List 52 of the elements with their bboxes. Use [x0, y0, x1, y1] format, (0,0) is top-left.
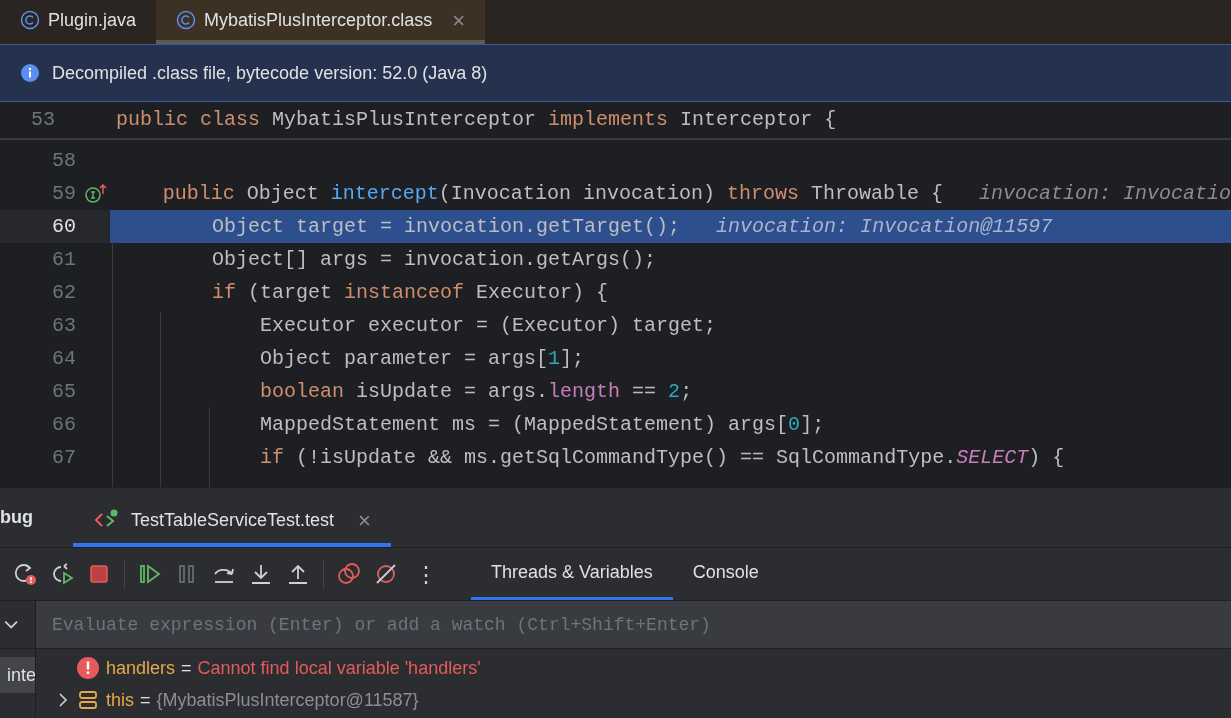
banner-text: Decompiled .class file, bytecode version: 52.0 (Java 8) — [52, 61, 488, 85]
editor-tab[interactable]: MybatisPlusInterceptor.class × — [156, 0, 485, 44]
line-number: 59 — [51, 180, 76, 207]
resume-icon[interactable] — [138, 562, 162, 586]
line-number: 61 — [51, 246, 76, 273]
variable-name: handlers — [106, 656, 176, 680]
equals-sign: = — [181, 656, 192, 680]
line-number: 53 — [30, 107, 56, 133]
panel-title: bug — [0, 506, 33, 529]
close-icon[interactable]: × — [358, 503, 371, 537]
error-icon — [76, 656, 100, 680]
line-number: 63 — [51, 312, 76, 339]
line-number: 58 — [51, 147, 76, 174]
line-number: 60 — [51, 213, 76, 240]
field-icon — [76, 688, 100, 712]
line-number: 64 — [51, 345, 76, 372]
line-number: 62 — [51, 279, 76, 306]
code-line: public class MybatisPlusInterceptor implements Interceptor { — [115, 107, 838, 133]
editor-tab[interactable]: Plugin.java — [0, 0, 157, 44]
code-line: Object parameter = args[1]; — [259, 345, 586, 372]
code-line: public Object intercept(Invocation invocation) throws Throwable { invocation: Invocatio — [161, 180, 1231, 207]
code-line: MappedStatement ms = (MappedStatement) args[0]; — [259, 411, 826, 438]
variable-name: this — [106, 688, 134, 712]
class-icon — [176, 10, 197, 30]
code-line: Object[] args = invocation.getArgs(); — [211, 246, 658, 273]
more-icon[interactable]: ⋮ — [411, 557, 441, 591]
stop-icon[interactable] — [87, 562, 111, 586]
frame-item[interactable]: inte — [0, 657, 35, 693]
equals-sign: = — [140, 688, 151, 712]
line-number: 66 — [51, 411, 76, 438]
rerun-failed-icon[interactable] — [50, 562, 74, 586]
line-number: 65 — [51, 378, 76, 405]
rerun-icon[interactable] — [13, 562, 37, 586]
breakpoints-icon[interactable] — [337, 562, 361, 586]
code-line: boolean isUpdate = args.length == 2; — [259, 378, 694, 405]
code-line: Executor executor = (Executor) target; — [259, 312, 718, 339]
implements-icon — [84, 182, 108, 205]
close-icon[interactable]: × — [452, 3, 465, 37]
variable-value: Cannot find local variable 'handlers' — [197, 656, 481, 680]
panel-tab[interactable]: Console — [672, 548, 779, 600]
chevron-right-icon — [56, 691, 70, 709]
step-out-icon[interactable] — [286, 562, 310, 586]
variable-value: {MybatisPlusInterceptor@11587} — [156, 688, 419, 712]
mute-breakpoints-icon[interactable] — [374, 562, 398, 586]
code-line: if (!isUpdate && ms.getSqlCommandType() == SqlCommandType.SELECT) { — [259, 444, 1066, 471]
class-icon — [20, 10, 40, 30]
step-into-icon[interactable] — [249, 562, 273, 586]
info-icon — [20, 63, 40, 83]
line-number: 67 — [51, 444, 76, 471]
session-tab[interactable]: TestTableServiceTest.test × — [73, 497, 391, 547]
code-line: if (target instanceof Executor) { — [211, 279, 610, 306]
evaluate-field[interactable]: Evaluate expression (Enter) or add a watch (Ctrl+Shift+Enter) — [36, 601, 1231, 649]
